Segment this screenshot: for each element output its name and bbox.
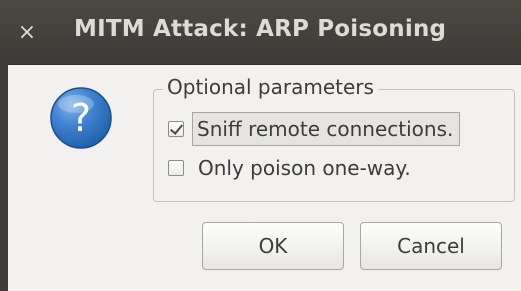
question-icon: ? — [50, 87, 112, 149]
cancel-button[interactable]: Cancel — [360, 222, 502, 270]
dialog-title: MITM Attack: ARP Poisoning — [74, 16, 447, 42]
sniff-remote-label: Sniff remote connections. — [192, 112, 461, 146]
sniff-remote-checkbox[interactable] — [168, 121, 184, 137]
optional-parameters-legend: Optional parameters — [163, 74, 378, 100]
question-glyph: ? — [71, 96, 91, 140]
title-bar[interactable]: × MITM Attack: ARP Poisoning — [0, 0, 521, 65]
one-way-checkbox[interactable] — [168, 160, 184, 176]
ok-button[interactable]: OK — [202, 222, 344, 270]
sniff-remote-option[interactable]: Sniff remote connections. — [168, 112, 461, 146]
window-left-border — [0, 64, 8, 291]
one-way-option[interactable]: Only poison one-way. — [168, 156, 411, 180]
dialog-window: × MITM Attack: ARP Poisoning ? Optional … — [0, 0, 521, 291]
close-button[interactable]: × — [14, 20, 40, 46]
one-way-label: Only poison one-way. — [198, 156, 411, 180]
